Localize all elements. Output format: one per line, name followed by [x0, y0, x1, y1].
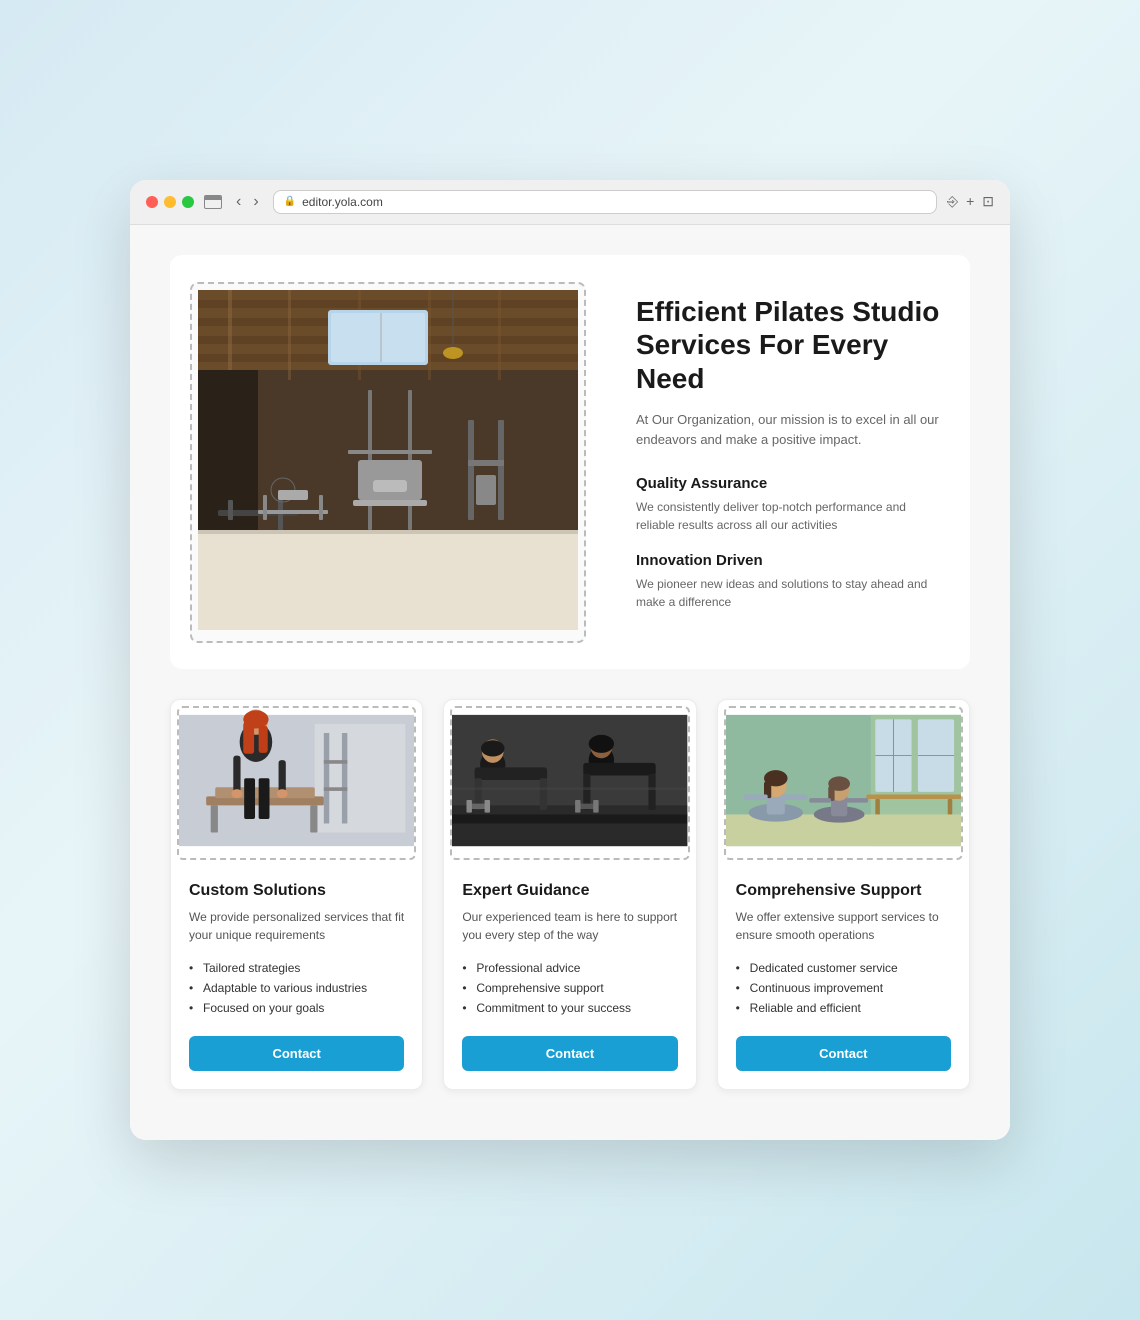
card-expert-guidance: Expert Guidance Our experienced team is …: [443, 699, 696, 1090]
card-3-list-item: Reliable and efficient: [736, 998, 951, 1018]
forward-button[interactable]: ›: [249, 191, 262, 213]
hero-subtitle: At Our Organization, our mission is to e…: [636, 410, 940, 452]
card-2-image: [452, 708, 687, 853]
nav-buttons: ‹ ›: [232, 191, 263, 213]
browser-chrome: ‹ › 🔒 editor.yola.com ⎆ + ⊡: [130, 180, 1010, 225]
card-3-list-item: Dedicated customer service: [736, 958, 951, 978]
extensions-icon[interactable]: ⊡: [982, 193, 994, 210]
card-1-contact-button[interactable]: Contact: [189, 1036, 404, 1071]
card-1-body: Custom Solutions We provide personalized…: [171, 866, 422, 1089]
back-button[interactable]: ‹: [232, 191, 245, 213]
add-tab-icon[interactable]: +: [966, 193, 974, 210]
card-3-dashed: [724, 706, 963, 860]
card-3-image-wrap: [718, 706, 969, 860]
card-1-image-wrap: [171, 706, 422, 860]
card-2-desc: Our experienced team is here to support …: [462, 908, 677, 944]
minimize-button[interactable]: [164, 196, 176, 208]
cards-section: Custom Solutions We provide personalized…: [170, 699, 970, 1090]
card-1-list-item: Adaptable to various industries: [189, 978, 404, 998]
card-2-list: Professional advice Comprehensive suppor…: [462, 958, 677, 1018]
browser-actions: ⎆ + ⊡: [947, 193, 994, 210]
share-icon[interactable]: ⎆: [947, 193, 958, 210]
card-3-contact-button[interactable]: Contact: [736, 1036, 951, 1071]
close-button[interactable]: [146, 196, 158, 208]
card-3-list: Dedicated customer service Continuous im…: [736, 958, 951, 1018]
card-3-image: [726, 708, 961, 853]
hero-image: [198, 290, 578, 630]
card-1-title: Custom Solutions: [189, 882, 404, 900]
card-comprehensive-support: Comprehensive Support We offer extensive…: [717, 699, 970, 1090]
card-2-title: Expert Guidance: [462, 882, 677, 900]
lock-icon: 🔒: [284, 196, 296, 207]
feature-quality: Quality Assurance We consistently delive…: [636, 475, 940, 534]
card-3-body: Comprehensive Support We offer extensive…: [718, 866, 969, 1089]
hero-section: Efficient Pilates Studio Services For Ev…: [170, 255, 970, 669]
card-2-list-item: Comprehensive support: [462, 978, 677, 998]
card-2-image-wrap: [444, 706, 695, 860]
url-text: editor.yola.com: [302, 195, 383, 209]
card-1-list-item: Tailored strategies: [189, 958, 404, 978]
card-1-list: Tailored strategies Adaptable to various…: [189, 958, 404, 1018]
feature-innovation-title: Innovation Driven: [636, 552, 940, 569]
card-2-list-item: Commitment to your success: [462, 998, 677, 1018]
card-3-desc: We offer extensive support services to e…: [736, 908, 951, 944]
card-3-list-item: Continuous improvement: [736, 978, 951, 998]
hero-image-dashed-border: [190, 282, 586, 643]
page-content: Efficient Pilates Studio Services For Ev…: [130, 225, 1010, 1140]
hero-text-content: Efficient Pilates Studio Services For Ev…: [626, 275, 950, 649]
card-2-dashed: [450, 706, 689, 860]
feature-quality-desc: We consistently deliver top-notch perfor…: [636, 498, 940, 534]
card-2-list-item: Professional advice: [462, 958, 677, 978]
tab-icon: [204, 195, 222, 209]
feature-innovation-desc: We pioneer new ideas and solutions to st…: [636, 575, 940, 611]
card-3-title: Comprehensive Support: [736, 882, 951, 900]
feature-quality-title: Quality Assurance: [636, 475, 940, 492]
card-1-dashed: [177, 706, 416, 860]
address-bar[interactable]: 🔒 editor.yola.com: [273, 190, 937, 214]
card-1-list-item: Focused on your goals: [189, 998, 404, 1018]
traffic-lights: [146, 196, 194, 208]
card-2-contact-button[interactable]: Contact: [462, 1036, 677, 1071]
maximize-button[interactable]: [182, 196, 194, 208]
card-1-desc: We provide personalized services that fi…: [189, 908, 404, 944]
card-2-body: Expert Guidance Our experienced team is …: [444, 866, 695, 1089]
feature-innovation: Innovation Driven We pioneer new ideas a…: [636, 552, 940, 611]
card-custom-solutions: Custom Solutions We provide personalized…: [170, 699, 423, 1090]
hero-title: Efficient Pilates Studio Services For Ev…: [636, 295, 940, 396]
card-1-image: [179, 708, 414, 853]
browser-window: ‹ › 🔒 editor.yola.com ⎆ + ⊡: [130, 180, 1010, 1140]
hero-image-container: [190, 282, 586, 643]
